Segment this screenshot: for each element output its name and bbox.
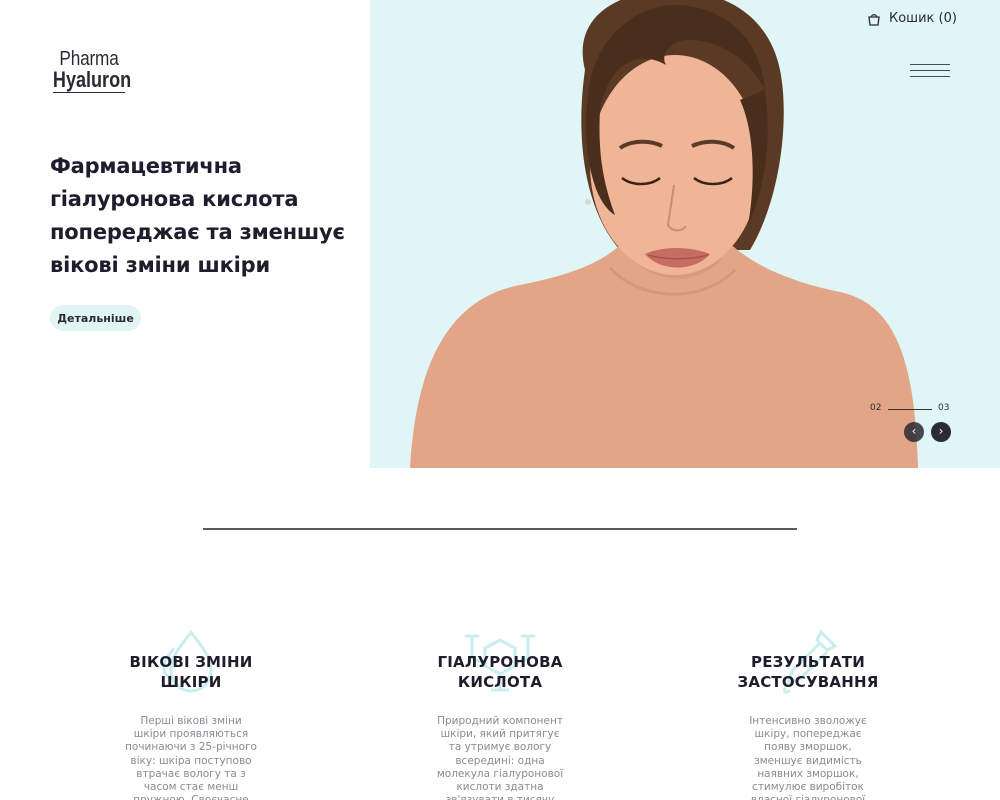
slide-current: 02 bbox=[870, 403, 882, 413]
hero-headline: Фармацевтична гіалуронова кислота попере… bbox=[50, 154, 345, 277]
feature-hyaluronic-acid: ГІАЛУРОНОВА КИСЛОТА Природний компонент … bbox=[410, 628, 590, 800]
slide-counter: 02 03 bbox=[870, 403, 950, 417]
logo[interactable]: Pharma Hyaluron bbox=[50, 48, 132, 93]
woman-portrait-illustration bbox=[410, 0, 918, 468]
feature-title: ВІКОВІ ЗМІНИ ШКІРИ bbox=[129, 653, 253, 691]
hero-image bbox=[370, 0, 1000, 468]
section-divider bbox=[203, 528, 797, 530]
cart-label: Кошик (0) bbox=[889, 11, 957, 26]
cart-link[interactable]: Кошик (0) bbox=[867, 11, 957, 26]
feature-title: РЕЗУЛЬТАТИ ЗАСТОСУВАННЯ bbox=[737, 653, 879, 691]
feature-title: ГІАЛУРОНОВА КИСЛОТА bbox=[437, 653, 563, 691]
chevron-left-icon: ‹ bbox=[911, 424, 917, 438]
feature-results: РЕЗУЛЬТАТИ ЗАСТОСУВАННЯ Інтенсивно зволо… bbox=[718, 628, 898, 800]
hamburger-menu-icon[interactable] bbox=[910, 64, 950, 80]
feature-text: Природний компонент шкіри, який притягує… bbox=[436, 715, 564, 800]
prev-slide-button[interactable]: ‹ bbox=[904, 422, 924, 442]
chevron-right-icon: › bbox=[938, 424, 944, 438]
next-slide-button[interactable]: › bbox=[931, 422, 951, 442]
details-button[interactable]: Детальніше bbox=[50, 305, 141, 331]
logo-line1: Pharma bbox=[59, 48, 119, 70]
logo-line2: Hyaluron bbox=[52, 67, 132, 93]
shopping-bag-icon bbox=[868, 13, 880, 26]
feature-age-changes: ВІКОВІ ЗМІНИ ШКІРИ Перші вікові зміни шк… bbox=[101, 628, 281, 800]
feature-text: Перші вікові зміни шкіри проявляються по… bbox=[125, 715, 257, 800]
feature-text: Інтенсивно зволожує шкіру, попереджає по… bbox=[749, 715, 867, 800]
slide-total: 03 bbox=[938, 403, 950, 413]
slide-progress-line bbox=[888, 409, 932, 410]
